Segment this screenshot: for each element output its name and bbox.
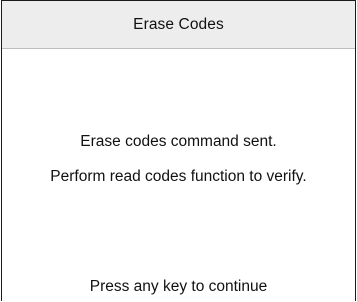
- erase-codes-screen: Erase Codes Erase codes command sent. Pe…: [1, 0, 356, 301]
- screen-title: Erase Codes: [2, 1, 355, 49]
- instruction-message: Perform read codes function to verify.: [50, 168, 307, 185]
- continue-prompt[interactable]: Press any key to continue: [2, 278, 355, 296]
- status-message: Erase codes command sent.: [80, 133, 277, 150]
